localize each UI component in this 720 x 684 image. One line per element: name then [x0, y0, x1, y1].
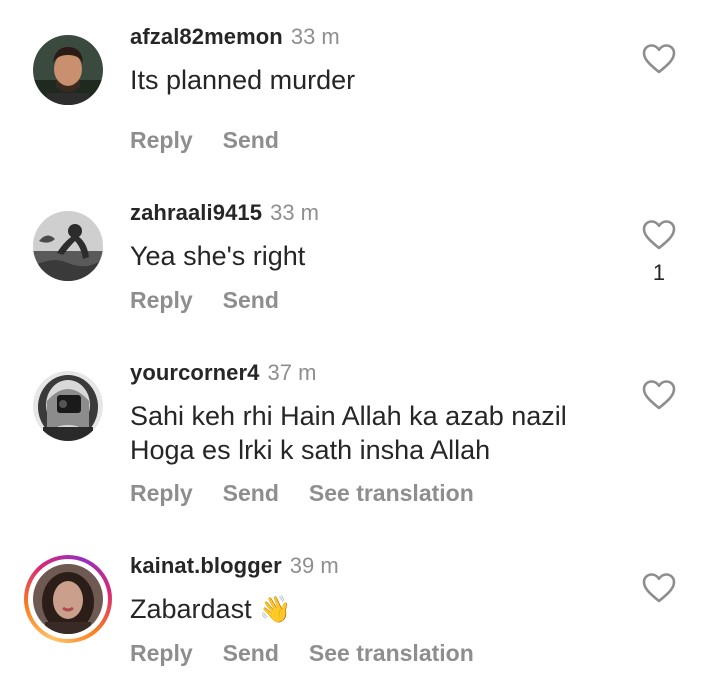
- reply-button[interactable]: Reply: [130, 640, 193, 667]
- comment-item: kainat.blogger 39 m Zabardast 👋 Reply Send…: [0, 0, 720, 684]
- see-translation-button[interactable]: See translation: [309, 640, 474, 667]
- heart-outline-icon[interactable]: [642, 572, 676, 604]
- send-button[interactable]: Send: [223, 640, 279, 667]
- waving-hand-emoji: 👋: [259, 595, 292, 625]
- story-ring[interactable]: [24, 555, 112, 643]
- avatar: [33, 564, 103, 634]
- comment-line: Zabardast: [130, 594, 252, 624]
- timestamp: 39 m: [289, 553, 339, 578]
- comment-text: Zabardast 👋: [130, 592, 610, 627]
- username[interactable]: kainat.blogger: [130, 553, 282, 578]
- comment-header: kainat.blogger 39 m: [130, 553, 339, 579]
- story-ring-gap: [28, 559, 108, 639]
- comment-actions: Reply Send See translation: [130, 640, 504, 667]
